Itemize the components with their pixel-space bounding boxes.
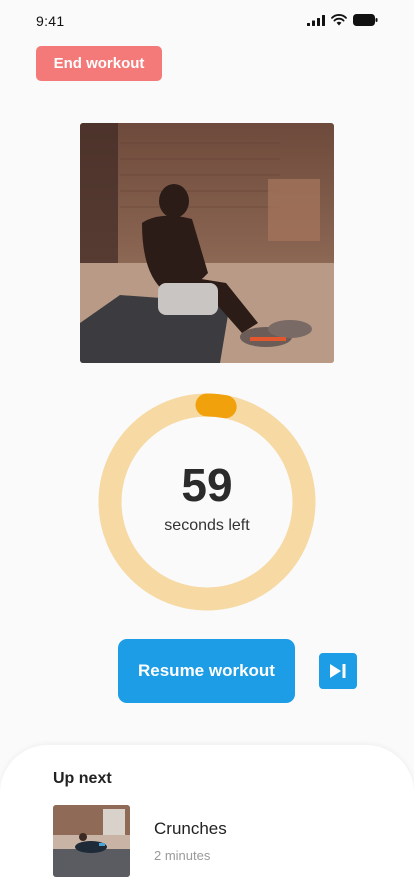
exercise-image: [80, 123, 334, 363]
skip-next-icon: [330, 664, 346, 678]
status-icons: [307, 14, 378, 26]
resume-workout-button[interactable]: Resume workout: [118, 639, 295, 703]
status-time: 9:41: [36, 13, 65, 29]
up-next-duration: 2 minutes: [154, 848, 211, 863]
skip-button[interactable]: [319, 653, 357, 689]
timer-progress: [195, 393, 237, 419]
status-bar: 9:41: [0, 0, 414, 44]
end-workout-button[interactable]: End workout: [36, 46, 162, 81]
signal-icon: [307, 14, 325, 26]
battery-icon: [353, 14, 378, 26]
up-next-name: Crunches: [154, 819, 227, 838]
timer-value: 59: [181, 459, 233, 511]
wifi-icon: [331, 14, 347, 26]
up-next-item[interactable]: Crunches 2 minutes: [53, 805, 353, 877]
timer-label: seconds left: [164, 517, 250, 534]
up-next-thumbnail: [53, 805, 130, 877]
up-next-title: Up next: [53, 770, 112, 787]
